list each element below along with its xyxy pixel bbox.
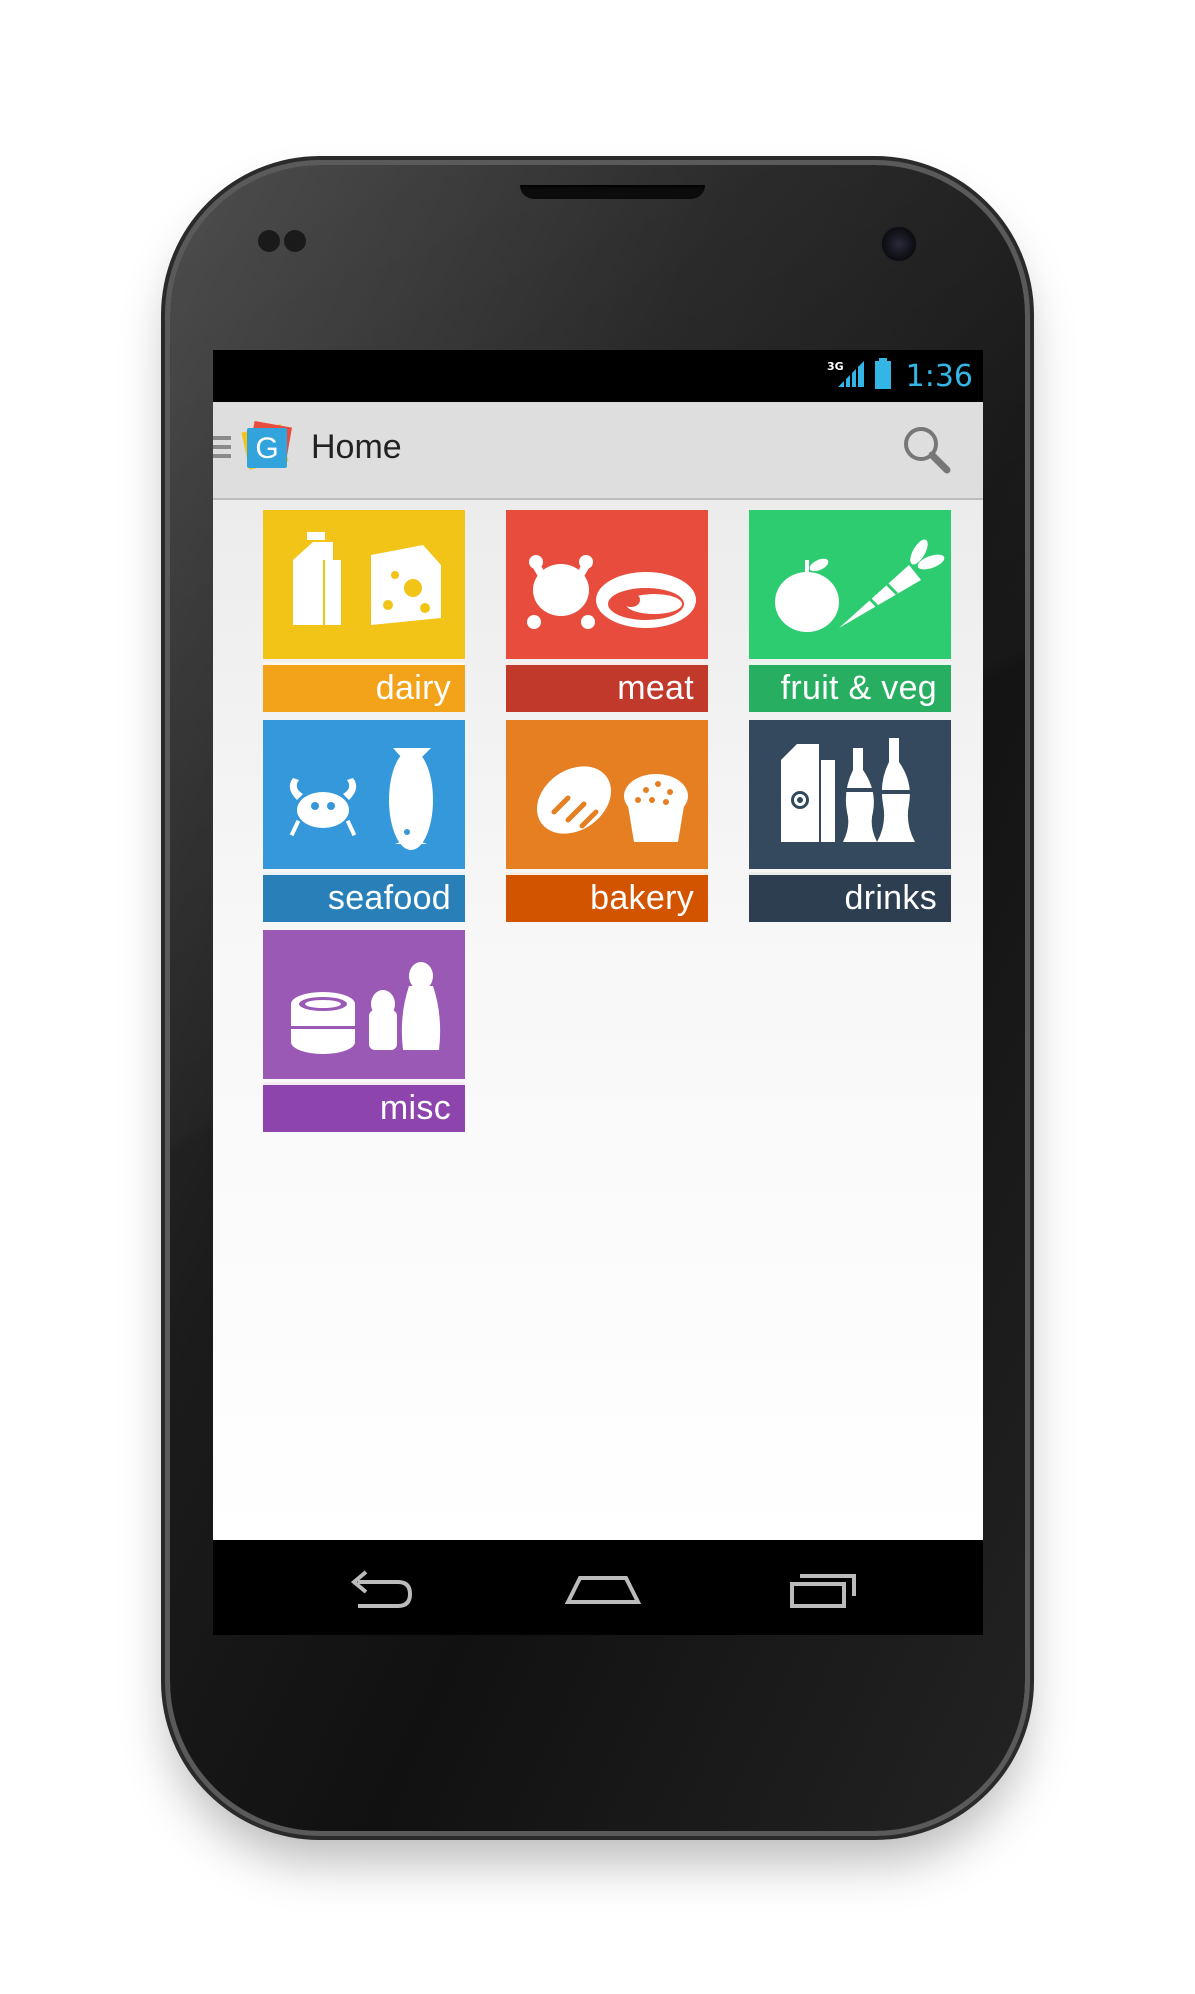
category-label-bar: meat xyxy=(506,662,708,712)
phone-screen: 3G 1:36 G Home dairy meat fruit & veg se… xyxy=(213,350,983,1635)
category-label-bar: drinks xyxy=(749,872,951,922)
category-label: seafood xyxy=(327,879,451,917)
drawer-icon[interactable] xyxy=(213,436,231,466)
earpiece-speaker xyxy=(520,185,705,199)
dairy-icon xyxy=(263,510,465,659)
seafood-icon xyxy=(263,720,465,869)
category-label-bar: seafood xyxy=(263,872,465,922)
battery-icon xyxy=(874,358,892,394)
recent-apps-icon[interactable] xyxy=(778,1564,868,1614)
category-label: dairy xyxy=(375,669,451,707)
app-icon[interactable]: G xyxy=(241,420,293,472)
category-label-bar: bakery xyxy=(506,872,708,922)
action-bar: G Home xyxy=(213,402,983,500)
drinks-icon xyxy=(749,720,951,869)
category-label: misc xyxy=(379,1089,451,1127)
category-tile-dairy[interactable]: dairy xyxy=(263,510,465,712)
svg-text:G: G xyxy=(255,432,278,465)
bakery-icon xyxy=(506,720,708,869)
status-clock: 1:36 xyxy=(905,358,973,394)
category-tile-fruit-veg[interactable]: fruit & veg xyxy=(749,510,951,712)
status-icons: 3G 1:36 xyxy=(827,355,973,397)
category-label: meat xyxy=(617,669,694,707)
category-tile-drinks[interactable]: drinks xyxy=(749,720,951,922)
category-label: drinks xyxy=(844,879,937,917)
fruit-veg-icon xyxy=(749,510,951,659)
category-label-bar: fruit & veg xyxy=(749,662,951,712)
front-camera xyxy=(880,225,918,263)
status-bar: 3G 1:36 xyxy=(213,350,983,402)
network-type-label: 3G xyxy=(826,359,844,373)
category-tile-misc[interactable]: misc xyxy=(263,930,465,1132)
category-grid: dairy meat fruit & veg seafood bakery dr… xyxy=(213,500,983,1540)
category-label-bar: misc xyxy=(263,1082,465,1132)
home-icon[interactable] xyxy=(558,1564,648,1614)
misc-icon xyxy=(263,930,465,1079)
search-icon[interactable] xyxy=(899,422,953,476)
light-sensor xyxy=(284,230,306,252)
navigation-bar xyxy=(213,1540,983,1635)
proximity-sensor xyxy=(258,230,280,252)
back-icon[interactable] xyxy=(338,1564,428,1614)
category-tile-bakery[interactable]: bakery xyxy=(506,720,708,922)
meat-icon xyxy=(506,510,708,659)
category-tile-seafood[interactable]: seafood xyxy=(263,720,465,922)
category-label: fruit & veg xyxy=(780,669,937,707)
category-label-bar: dairy xyxy=(263,662,465,712)
page-title: Home xyxy=(311,428,402,466)
category-tile-meat[interactable]: meat xyxy=(506,510,708,712)
category-label: bakery xyxy=(590,879,694,917)
